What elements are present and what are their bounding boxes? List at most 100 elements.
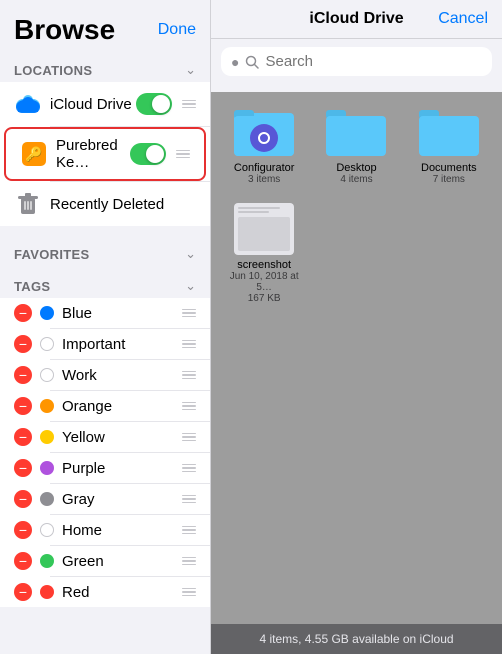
purebred-label: Purebred Ke… xyxy=(56,137,130,171)
file-item-configurator[interactable]: Configurator 3 items xyxy=(225,106,303,185)
left-panel: Browse Done Locations ⌄ xyxy=(0,0,211,654)
search-icon: ● xyxy=(231,54,239,70)
configurator-name: Configurator xyxy=(234,162,295,174)
tag-drag-handle xyxy=(182,495,196,504)
tag-drag-handle xyxy=(182,371,196,380)
file-item-screenshot[interactable]: screenshot Jun 10, 2018 at 5… 167 KB xyxy=(225,203,303,304)
tag-minus-icon[interactable]: − xyxy=(14,521,32,539)
tag-label: Red xyxy=(62,584,178,601)
icloud-drive-icon xyxy=(14,90,42,118)
tag-label: Orange xyxy=(62,398,178,415)
tags-group: − Blue − Important − Work − Orange − Yellow − Purpl… xyxy=(0,298,210,607)
tag-drag-handle xyxy=(182,402,196,411)
tags-chevron-icon: ⌄ xyxy=(185,278,196,294)
tag-drag-handle xyxy=(182,557,196,566)
tag-label: Blue xyxy=(62,305,178,322)
favorites-section: Favorites ⌄ xyxy=(0,238,210,266)
search-magnify-icon xyxy=(245,55,259,69)
favorites-chevron-icon: ⌄ xyxy=(185,246,196,262)
tag-item-gray[interactable]: − Gray xyxy=(0,484,210,514)
desktop-name: Desktop xyxy=(336,162,376,174)
tag-item-green[interactable]: − Green xyxy=(0,546,210,576)
documents-count: 7 items xyxy=(433,174,465,185)
search-bar: ● xyxy=(221,47,492,76)
svg-text:🔑: 🔑 xyxy=(25,145,43,163)
tag-minus-icon[interactable]: − xyxy=(14,304,32,322)
tag-label: Important xyxy=(62,336,178,353)
tag-minus-icon[interactable]: − xyxy=(14,490,32,508)
locations-chevron-icon: ⌄ xyxy=(185,62,196,78)
tag-drag-handle xyxy=(182,526,196,535)
right-panel-title: iCloud Drive xyxy=(309,10,403,28)
tag-item-home[interactable]: − Home xyxy=(0,515,210,545)
status-bar: 4 items, 4.55 GB available on iCloud xyxy=(211,624,502,654)
tag-minus-icon[interactable]: − xyxy=(14,552,32,570)
cancel-button[interactable]: Cancel xyxy=(438,10,488,28)
favorites-section-header: Favorites ⌄ xyxy=(0,238,210,266)
tag-color-dot xyxy=(40,554,54,568)
folder-documents-icon xyxy=(419,106,479,156)
tags-section: Tags ⌄ − Blue − Important − Work − Orange − Yello… xyxy=(0,270,210,607)
tag-label: Green xyxy=(62,553,178,570)
icloud-drive-label: iCloud Drive xyxy=(50,96,136,113)
purebred-toggle[interactable] xyxy=(130,143,166,165)
tag-color-dot xyxy=(40,585,54,599)
done-button[interactable]: Done xyxy=(158,21,196,39)
tag-minus-icon[interactable]: − xyxy=(14,335,32,353)
tags-title: Tags xyxy=(14,279,50,294)
tag-color-dot xyxy=(40,368,54,382)
purebred-drag-handle xyxy=(176,150,190,159)
trash-icon xyxy=(14,190,42,218)
tag-drag-handle xyxy=(182,340,196,349)
location-item-purebred[interactable]: 🔑 Purebred Ke… xyxy=(4,127,206,181)
recently-deleted-item[interactable]: Recently Deleted xyxy=(0,182,210,226)
tag-item-work[interactable]: − Work xyxy=(0,360,210,390)
tag-label: Home xyxy=(62,522,178,539)
status-text: 4 items, 4.55 GB available on iCloud xyxy=(259,632,453,646)
tag-minus-icon[interactable]: − xyxy=(14,583,32,601)
locations-section-header: Locations ⌄ xyxy=(0,54,210,82)
tag-color-dot xyxy=(40,337,54,351)
tag-minus-icon[interactable]: − xyxy=(14,459,32,477)
right-header: iCloud Drive Cancel xyxy=(211,0,502,39)
tag-drag-handle xyxy=(182,433,196,442)
tag-color-dot xyxy=(40,523,54,537)
tag-minus-icon[interactable]: − xyxy=(14,366,32,384)
tag-drag-handle xyxy=(182,588,196,597)
screenshot-size: 167 KB xyxy=(248,293,281,304)
tag-item-red[interactable]: − Red xyxy=(0,577,210,607)
file-item-documents[interactable]: Documents 7 items xyxy=(410,106,488,185)
tag-minus-icon[interactable]: − xyxy=(14,428,32,446)
tag-label: Purple xyxy=(62,460,178,477)
left-header: Browse Done xyxy=(0,0,210,54)
tag-label: Work xyxy=(62,367,178,384)
tag-item-yellow[interactable]: − Yellow xyxy=(0,422,210,452)
tag-label: Yellow xyxy=(62,429,178,446)
tag-label: Gray xyxy=(62,491,178,508)
screenshot-name: screenshot xyxy=(237,259,291,271)
desktop-count: 4 items xyxy=(340,174,372,185)
tags-section-header: Tags ⌄ xyxy=(0,270,210,298)
tag-color-dot xyxy=(40,461,54,475)
tag-color-dot xyxy=(40,399,54,413)
tag-item-purple[interactable]: − Purple xyxy=(0,453,210,483)
purebred-icon: 🔑 xyxy=(20,140,48,168)
tag-drag-handle xyxy=(182,464,196,473)
documents-name: Documents xyxy=(421,162,477,174)
locations-title: Locations xyxy=(14,63,92,78)
location-item-icloud[interactable]: iCloud Drive xyxy=(0,82,210,126)
search-input[interactable] xyxy=(265,53,482,70)
icloud-drive-toggle[interactable] xyxy=(136,93,172,115)
tag-color-dot xyxy=(40,306,54,320)
tag-item-orange[interactable]: − Orange xyxy=(0,391,210,421)
tag-item-blue[interactable]: − Blue xyxy=(0,298,210,328)
tag-color-dot xyxy=(40,492,54,506)
tag-drag-handle xyxy=(182,309,196,318)
favorites-title: Favorites xyxy=(14,247,89,262)
tag-color-dot xyxy=(40,430,54,444)
file-item-desktop[interactable]: Desktop 4 items xyxy=(317,106,395,185)
tag-item-important[interactable]: − Important xyxy=(0,329,210,359)
configurator-count: 3 items xyxy=(248,174,280,185)
icloud-drag-handle xyxy=(182,100,196,109)
tag-minus-icon[interactable]: − xyxy=(14,397,32,415)
